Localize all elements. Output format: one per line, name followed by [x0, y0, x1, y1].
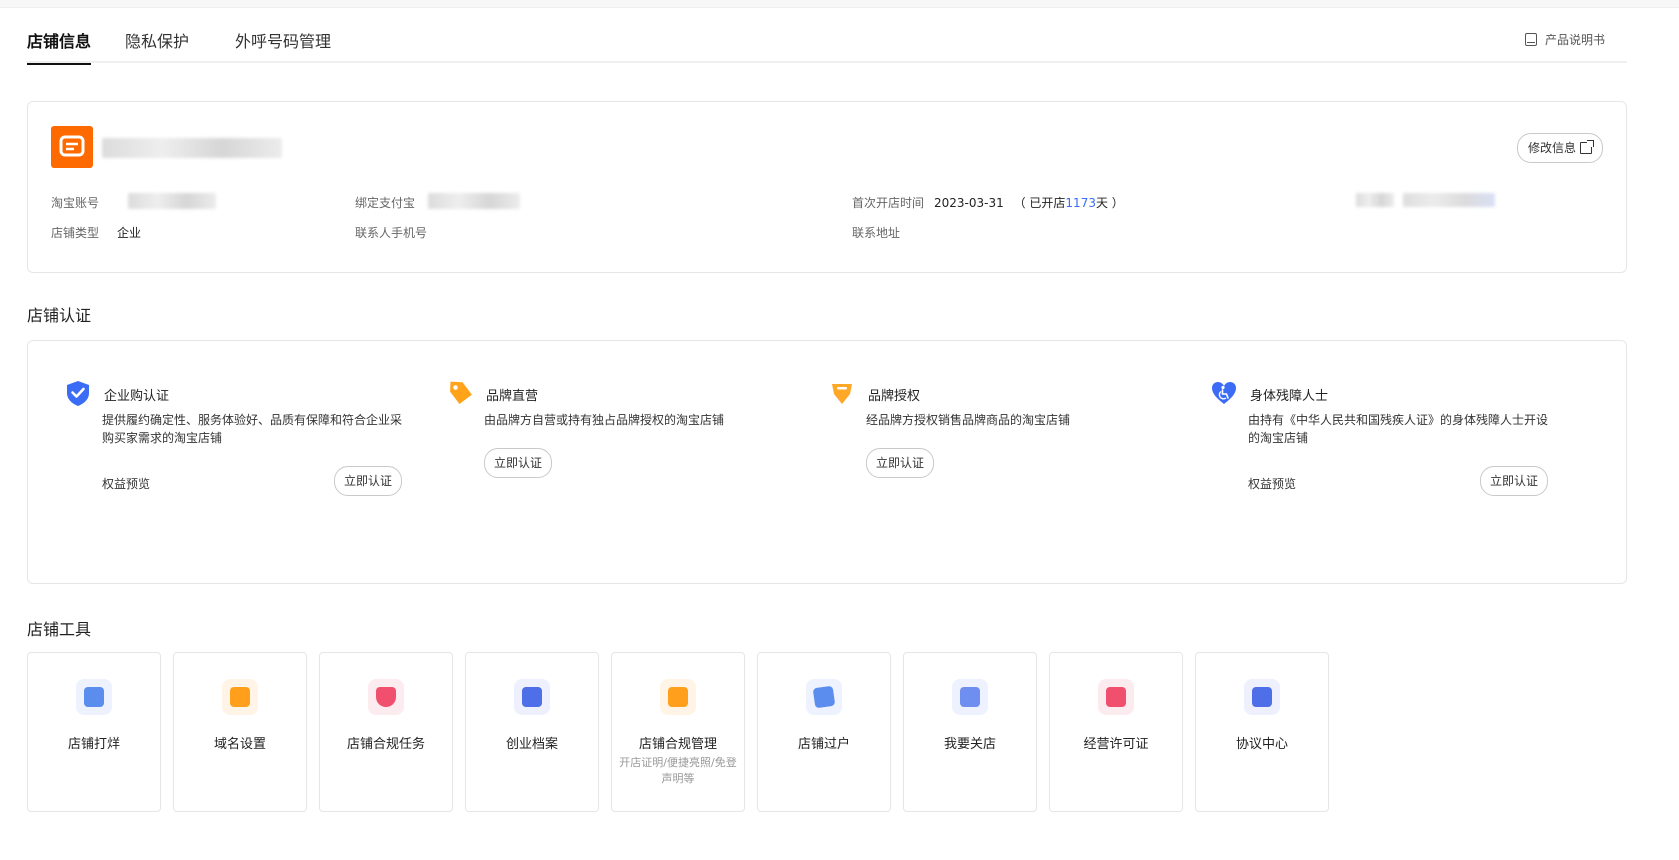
open-prefix: （ 已开店	[1013, 196, 1066, 210]
tool-startup-archive[interactable]: 创业档案	[465, 652, 599, 812]
cert-enterprise-benefit-link[interactable]: 权益预览	[102, 475, 150, 492]
transfer-card-icon	[806, 679, 842, 715]
tool-store-transfer-label: 店铺过户	[797, 737, 850, 752]
cert-brand-direct-button[interactable]: 立即认证	[484, 448, 553, 478]
cert-brand-authorized-desc: 经品牌方授权销售品牌商品的淘宝店铺	[866, 413, 1071, 427]
open-time-field: 首次开店时间 2023-03-31 （ 已开店1173天 ）	[852, 194, 1124, 211]
tool-business-license[interactable]: 经营许可证	[1049, 652, 1183, 812]
tab-store-info[interactable]: 店铺信息	[27, 28, 91, 52]
compliance-doc-icon	[660, 679, 696, 715]
open-time-label: 首次开店时间	[852, 196, 925, 210]
tool-store-transfer[interactable]: 店铺过户	[757, 652, 891, 812]
agreement-icon	[1244, 679, 1280, 715]
shield-check-icon	[67, 381, 89, 406]
alipay-field: 绑定支付宝	[355, 194, 415, 211]
domain-icon	[222, 679, 258, 715]
contact-address-label: 联系地址	[852, 226, 901, 240]
cert-brand-authorized-button[interactable]: 立即认证	[866, 448, 935, 478]
tab-bar: 店铺信息 隐私保护 外呼号码管理	[27, 28, 1627, 65]
accessibility-heart-icon	[1212, 382, 1236, 404]
cert-disability-title: 身体残障人士	[1250, 389, 1329, 404]
store-type-label: 店铺类型	[51, 226, 100, 240]
store-info-card: 修改信息 淘宝账号 绑定支付宝 首次开店时间 2023-03-31 （ 已开店11…	[27, 101, 1627, 273]
license-folder-icon	[1098, 679, 1134, 715]
store-logo	[51, 126, 93, 168]
tool-store-closed[interactable]: 店铺打烊	[27, 652, 161, 812]
store-name-redacted	[102, 138, 282, 158]
edit-info-label: 修改信息	[1527, 141, 1576, 155]
book-icon	[1525, 33, 1537, 46]
cert-enterprise-title: 企业购认证	[104, 389, 170, 404]
store-logo-icon	[59, 135, 85, 157]
tool-startup-archive-label: 创业档案	[505, 737, 558, 752]
tab-outbound-numbers[interactable]: 外呼号码管理	[235, 28, 331, 52]
taobao-account-label: 淘宝账号	[51, 196, 100, 210]
contact-phone-label: 联系人手机号	[355, 226, 428, 240]
product-manual-link[interactable]: 产品说明书	[1525, 31, 1605, 48]
cert-enterprise-button[interactable]: 立即认证	[334, 466, 403, 496]
product-manual-label: 产品说明书	[1545, 33, 1606, 47]
cert-brand-direct-desc: 由品牌方自营或持有独占品牌授权的淘宝店铺	[484, 413, 725, 427]
tool-compliance-management-sub: 开店证明/便捷亮照/免登声明等	[619, 756, 737, 785]
alipay-redacted	[428, 193, 520, 209]
tool-close-store[interactable]: 我要关店	[903, 652, 1037, 812]
tool-compliance-tasks-label: 店铺合规任务	[346, 737, 425, 752]
archive-check-icon	[514, 679, 550, 715]
taobao-account-redacted	[128, 193, 216, 209]
contact-phone-field: 联系人手机号	[355, 224, 427, 241]
tool-domain-settings[interactable]: 域名设置	[173, 652, 307, 812]
store-type-field: 店铺类型 企业	[51, 224, 141, 241]
cert-enterprise-desc: 提供履约确定性、服务体验好、品质有保障和符合企业采购买家需求的淘宝店铺	[102, 413, 403, 445]
top-bar	[0, 0, 1679, 8]
open-suffix: 天 ）	[1095, 196, 1124, 210]
tag-icon	[450, 381, 472, 405]
tool-business-license-label: 经营许可证	[1083, 737, 1149, 752]
certification-card: 企业购认证 提供履约确定性、服务体验好、品质有保障和符合企业采购买家需求的淘宝店…	[27, 340, 1627, 584]
diamond-icon	[832, 384, 852, 404]
certification-section-title: 店铺认证	[27, 306, 92, 325]
tool-compliance-tasks[interactable]: 店铺合规任务	[319, 652, 453, 812]
external-link-icon	[1580, 140, 1594, 154]
tabs-divider	[27, 61, 1627, 63]
tool-domain-settings-label: 域名设置	[213, 737, 266, 752]
close-store-icon	[952, 679, 988, 715]
tool-close-store-label: 我要关店	[943, 737, 996, 752]
alipay-label: 绑定支付宝	[355, 196, 416, 210]
edit-info-button[interactable]: 修改信息	[1516, 133, 1603, 163]
cert-brand-authorized-title: 品牌授权	[868, 389, 921, 404]
store-closed-icon	[76, 679, 112, 715]
cert-disability-button[interactable]: 立即认证	[1480, 466, 1549, 496]
contact-address-field: 联系地址	[852, 224, 900, 241]
taobao-account-field: 淘宝账号	[51, 194, 99, 211]
cert-disability-benefit-link[interactable]: 权益预览	[1248, 475, 1296, 492]
shield-search-icon	[368, 679, 404, 715]
cert-brand-direct-title: 品牌直营	[486, 389, 539, 404]
tool-compliance-management-label: 店铺合规管理	[638, 737, 717, 752]
tool-agreement-center[interactable]: 协议中心	[1195, 652, 1329, 812]
cert-disability-desc: 由持有《中华人民共和国残疾人证》的身体残障人士开设的淘宝店铺	[1248, 413, 1549, 445]
tool-compliance-management[interactable]: 店铺合规管理 开店证明/便捷亮照/免登声明等	[611, 652, 745, 812]
store-type-value: 企业	[117, 226, 142, 240]
open-days: 1173	[1065, 196, 1096, 210]
tool-store-closed-label: 店铺打烊	[67, 737, 120, 752]
tab-privacy[interactable]: 隐私保护	[125, 28, 189, 52]
tool-agreement-center-label: 协议中心	[1235, 737, 1288, 752]
extra-label-redacted	[1356, 193, 1394, 207]
tools-section-title: 店铺工具	[27, 620, 92, 639]
open-date: 2023-03-31	[934, 196, 1004, 210]
extra-value-redacted	[1403, 193, 1495, 207]
